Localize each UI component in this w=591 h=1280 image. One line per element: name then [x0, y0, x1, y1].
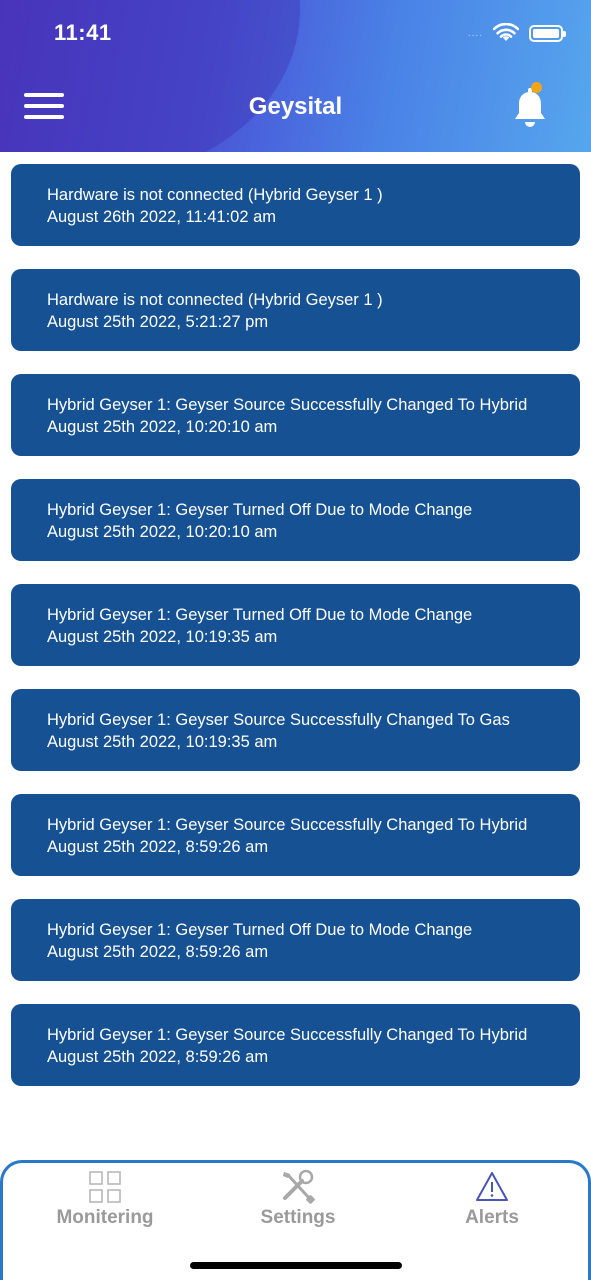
alert-message: Hybrid Geyser 1: Geyser Turned Off Due t… — [47, 501, 473, 519]
wifi-icon — [493, 23, 519, 41]
tab-label: Monitering — [56, 1207, 154, 1228]
tab-monitering[interactable]: Monitering — [15, 1169, 195, 1229]
alert-time: August 26th 2022, 11:41:02 am — [47, 208, 277, 226]
alert-time: August 25th 2022, 8:59:26 am — [47, 943, 269, 961]
alert-message: Hybrid Geyser 1: Geyser Source Successfu… — [47, 1026, 528, 1044]
alert-item[interactable]: Hybrid Geyser 1: Geyser Turned Off Due t… — [11, 479, 580, 561]
alert-item[interactable]: Hardware is not connected (Hybrid Geyser… — [11, 269, 580, 351]
alert-message: Hardware is not connected (Hybrid Geyser… — [47, 291, 383, 309]
tab-alerts[interactable]: Alerts — [402, 1169, 582, 1229]
alert-time: August 25th 2022, 5:21:27 pm — [47, 313, 269, 331]
alerts-list: Hardware is not connected (Hybrid Geyser… — [11, 164, 580, 1109]
warning-triangle-icon — [476, 1172, 508, 1201]
alert-item[interactable]: Hybrid Geyser 1: Geyser Turned Off Due t… — [11, 899, 580, 981]
battery-icon — [529, 24, 566, 42]
bell-icon[interactable] — [510, 84, 550, 132]
tab-label: Settings — [260, 1207, 336, 1228]
alert-time: August 25th 2022, 10:20:10 am — [47, 523, 278, 541]
signal-icon: .... — [467, 27, 483, 39]
alert-item[interactable]: Hybrid Geyser 1: Geyser Source Successfu… — [11, 794, 580, 876]
tab-label: Alerts — [465, 1207, 519, 1228]
status-icons: .... — [467, 22, 566, 44]
alert-item[interactable]: Hybrid Geyser 1: Geyser Source Successfu… — [11, 689, 580, 771]
tab-settings[interactable]: Settings — [208, 1169, 388, 1229]
app-header: 11:41 .... Geysital — [0, 0, 591, 152]
alert-message: Hybrid Geyser 1: Geyser Source Successfu… — [47, 816, 528, 834]
alert-message: Hybrid Geyser 1: Geyser Source Successfu… — [47, 711, 510, 729]
alert-time: August 25th 2022, 10:19:35 am — [47, 733, 278, 751]
alert-message: Hybrid Geyser 1: Geyser Turned Off Due t… — [47, 921, 473, 939]
alert-time: August 25th 2022, 10:20:10 am — [47, 418, 278, 436]
status-time: 11:41 — [54, 20, 112, 45]
alert-item[interactable]: Hardware is not connected (Hybrid Geyser… — [11, 164, 580, 246]
alert-time: August 25th 2022, 8:59:26 am — [47, 1048, 269, 1066]
alert-time: August 25th 2022, 10:19:35 am — [47, 628, 278, 646]
alert-item[interactable]: Hybrid Geyser 1: Geyser Turned Off Due t… — [11, 584, 580, 666]
home-indicator[interactable] — [190, 1262, 402, 1269]
alert-message: Hybrid Geyser 1: Geyser Turned Off Due t… — [47, 606, 473, 624]
alert-message: Hardware is not connected (Hybrid Geyser… — [47, 186, 383, 204]
alert-message: Hybrid Geyser 1: Geyser Source Successfu… — [47, 396, 528, 414]
alert-item[interactable]: Hybrid Geyser 1: Geyser Source Successfu… — [11, 1004, 580, 1086]
page-title: Geysital — [248, 93, 343, 120]
grid-icon — [89, 1171, 121, 1203]
alert-item[interactable]: Hybrid Geyser 1: Geyser Source Successfu… — [11, 374, 580, 456]
alert-time: August 25th 2022, 8:59:26 am — [47, 838, 269, 856]
notification-dot — [531, 82, 542, 93]
tools-icon — [283, 1169, 315, 1204]
